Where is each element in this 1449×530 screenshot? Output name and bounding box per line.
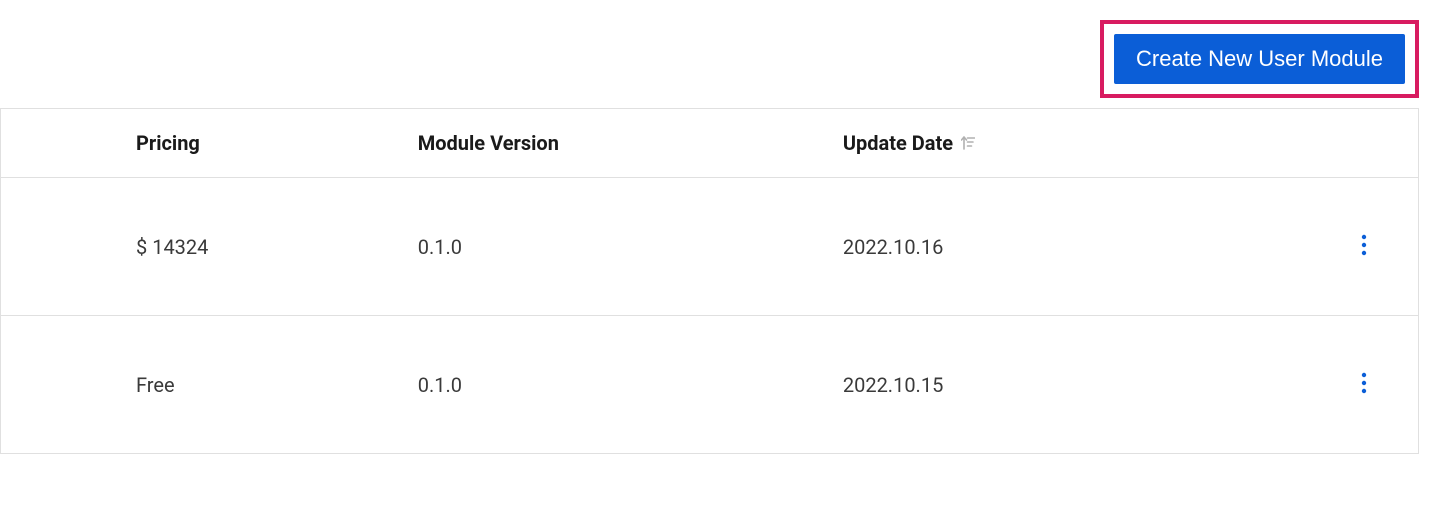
more-vertical-icon	[1361, 372, 1367, 397]
page-header: Create New User Module	[0, 0, 1449, 108]
cell-pricing: Free	[1, 316, 398, 454]
modules-table-container: Pricing Module Version Update Date	[0, 108, 1419, 454]
table-header-row: Pricing Module Version Update Date	[1, 109, 1418, 178]
cell-version: 0.1.0	[398, 178, 823, 316]
column-header-update-date[interactable]: Update Date	[823, 109, 1305, 178]
cell-update-date: 2022.10.15	[823, 316, 1305, 454]
highlight-annotation: Create New User Module	[1100, 20, 1419, 98]
table-row: $ 14324 0.1.0 2022.10.16	[1, 178, 1418, 316]
column-header-update-date-label: Update Date	[843, 131, 953, 155]
column-header-pricing[interactable]: Pricing	[1, 109, 398, 178]
row-actions-button[interactable]	[1355, 228, 1373, 265]
column-header-actions	[1305, 109, 1418, 178]
cell-version: 0.1.0	[398, 316, 823, 454]
more-vertical-icon	[1361, 234, 1367, 259]
column-header-version[interactable]: Module Version	[398, 109, 823, 178]
cell-pricing: $ 14324	[1, 178, 398, 316]
modules-table: Pricing Module Version Update Date	[1, 109, 1418, 454]
row-actions-button[interactable]	[1355, 366, 1373, 403]
create-new-user-module-button[interactable]: Create New User Module	[1114, 34, 1405, 84]
table-row: Free 0.1.0 2022.10.15	[1, 316, 1418, 454]
sort-ascending-icon	[961, 135, 975, 151]
cell-update-date: 2022.10.16	[823, 178, 1305, 316]
